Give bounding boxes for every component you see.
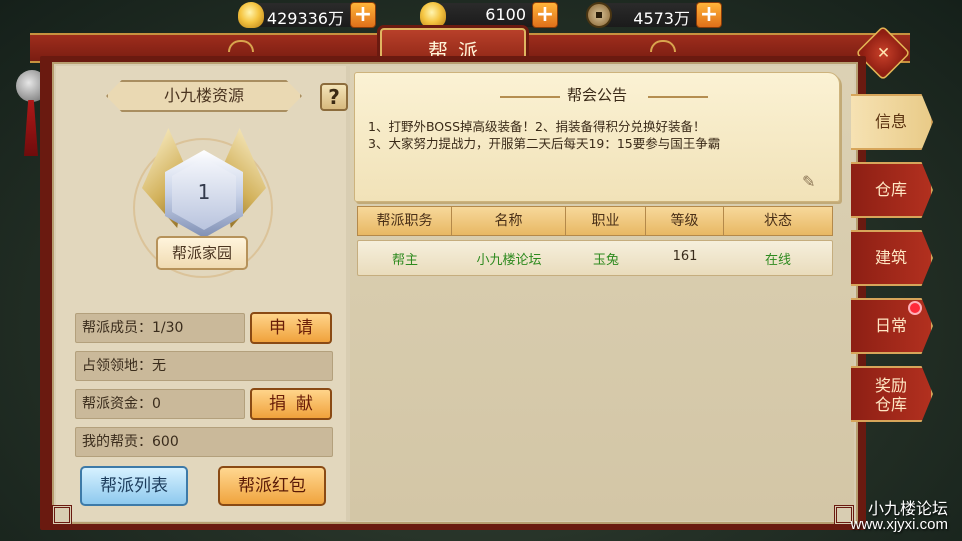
row-role: 帮主	[391, 253, 418, 268]
row-level: 161	[672, 249, 698, 264]
add-gold-ingot-button[interactable]: +	[350, 2, 376, 28]
tab-warehouse[interactable]: 仓库	[851, 162, 933, 218]
column-role: 帮派职务	[358, 207, 452, 235]
row-status: 在线	[764, 253, 791, 268]
watermark-url: www.xjyxi.com	[850, 516, 948, 533]
apply-button[interactable]: 申请	[250, 312, 332, 344]
tab-reward-label: 奖励	[874, 376, 907, 395]
table-row[interactable]: 帮主 小九楼论坛 玉兔 161 在线	[357, 240, 833, 276]
add-copper-coin-button[interactable]: +	[696, 2, 722, 28]
donate-button[interactable]: 捐献	[250, 388, 332, 420]
announcement-title: 帮会公告	[566, 86, 627, 104]
currency-bar: 429336万 + 6100 + 4573万 +	[0, 0, 962, 30]
gold-ingot-alt-counter: 6100 +	[420, 2, 558, 28]
corner-ornament-left	[52, 505, 72, 525]
territory-info: 占领领地：无	[75, 351, 333, 381]
resource-title: 小九楼资源	[106, 80, 302, 112]
member-table-header: 帮派职务 名称 职业 等级 状态	[357, 206, 833, 236]
announcement-line-2: 3、大家努力提战力，开服第二天后每天19：15要参与国王争霸	[368, 136, 721, 151]
red-packet-button[interactable]: 帮派红包	[218, 466, 326, 506]
column-job: 职业	[566, 207, 646, 235]
column-status: 状态	[764, 213, 792, 229]
gold-ingot-alt-value: 6100	[485, 5, 526, 24]
row-job: 玉兔	[592, 253, 619, 268]
row-name: 小九楼论坛	[476, 253, 542, 268]
notification-badge	[908, 301, 922, 315]
tassel-ornament-icon	[24, 100, 38, 156]
gold-ingot-counter: 429336万 +	[238, 2, 376, 28]
copper-coin-icon	[586, 2, 612, 28]
edit-pencil-icon[interactable]: ✎	[802, 172, 824, 191]
tab-reward-label-2: 仓库	[874, 395, 907, 414]
tab-building[interactable]: 建筑	[851, 230, 933, 286]
guild-home-label: 帮派家园	[156, 236, 248, 270]
gold-ingot-value: 429336万	[266, 9, 344, 28]
guild-list-button[interactable]: 帮派列表	[80, 466, 188, 506]
help-button[interactable]: ?	[320, 83, 348, 111]
gold-ingot-alt-icon	[420, 2, 446, 28]
copper-coin-counter: 4573万 +	[586, 2, 722, 28]
add-gold-ingot-alt-button[interactable]: +	[532, 2, 558, 28]
gold-ingot-icon	[238, 2, 264, 28]
column-level: 等级	[646, 207, 724, 235]
close-icon: ✕	[877, 43, 891, 62]
tab-info[interactable]: 信息	[851, 94, 933, 150]
guild-level: 1	[197, 180, 211, 204]
column-name: 名称	[452, 207, 566, 235]
member-count: 帮派成员：1/30	[75, 313, 245, 343]
copper-coin-value: 4573万	[633, 9, 690, 28]
guild-funds: 帮派资金：0	[75, 389, 245, 419]
tab-reward-warehouse[interactable]: 奖励 仓库	[851, 366, 933, 422]
my-contribution: 我的帮贡：600	[75, 427, 333, 457]
